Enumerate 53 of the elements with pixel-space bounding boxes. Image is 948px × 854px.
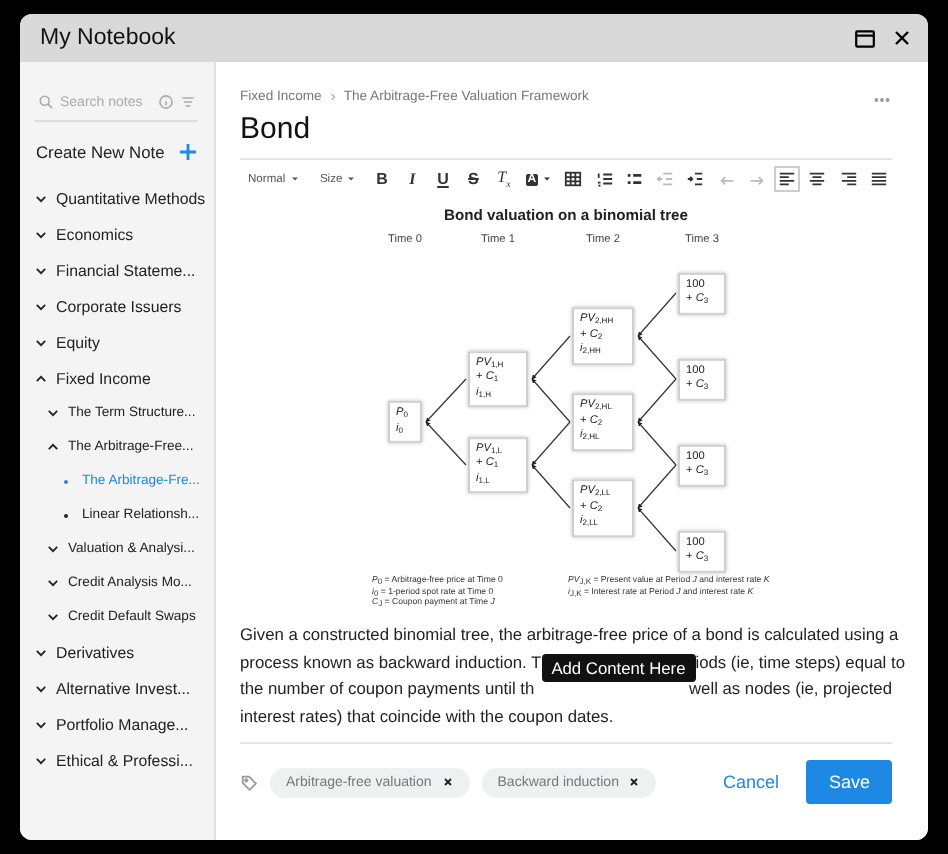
paragraph-text[interactable]: process known as backward induction. T — [240, 649, 542, 677]
underline-button[interactable]: U — [429, 166, 456, 192]
filter-icon — [180, 94, 196, 110]
arrow — [531, 335, 571, 380]
align-left-icon — [778, 170, 797, 188]
italic-button[interactable]: I — [399, 166, 426, 192]
tooltip: Add Content Here — [541, 654, 696, 683]
save-button[interactable]: Save — [806, 760, 892, 805]
paragraph-text[interactable]: the number of coupon payments until th — [240, 676, 535, 704]
numbered-list-icon — [595, 170, 614, 188]
arrow — [637, 378, 677, 423]
paragraph-text[interactable]: Given a constructed binomial tree, the arbitrage-free price of a bond is calculated using a — [240, 622, 899, 650]
remove-icon — [628, 776, 641, 789]
align-left-button[interactable] — [774, 166, 801, 192]
caret-icon — [346, 174, 357, 184]
arrow — [531, 421, 571, 466]
clear-format-button[interactable]: T$_{x}$ — [490, 166, 517, 192]
chevron-right-icon — [327, 92, 338, 102]
arrow — [425, 421, 467, 466]
close-icon[interactable] — [892, 28, 912, 48]
arrow — [637, 464, 677, 509]
info-icon — [158, 94, 174, 110]
align-center-icon — [808, 170, 827, 188]
caret-icon — [289, 174, 300, 184]
table-button[interactable] — [560, 166, 587, 192]
indent-icon — [686, 170, 705, 188]
justify-icon — [869, 170, 888, 188]
plus-icon[interactable] — [178, 142, 198, 162]
arrow — [637, 292, 677, 337]
bullet-list-icon — [625, 170, 644, 188]
strikethrough-button[interactable]: S — [460, 166, 487, 192]
arrow — [637, 421, 677, 466]
remove-icon — [441, 776, 454, 789]
arrow — [637, 507, 677, 552]
outdent-icon — [656, 170, 675, 188]
paragraph-text[interactable]: iods (ie, time steps) equal to — [695, 649, 905, 677]
create-note-link[interactable]: Create New Note — [36, 142, 165, 162]
bold-button[interactable]: B — [368, 166, 395, 192]
window-title: My Notebook — [40, 26, 178, 50]
window-icon[interactable] — [854, 27, 876, 49]
tag-icon — [240, 773, 258, 792]
caret-icon — [542, 174, 553, 184]
align-right-icon — [839, 170, 858, 188]
cancel-button[interactable]: Cancel — [706, 762, 795, 803]
arrow — [531, 378, 571, 423]
paragraph-text[interactable]: interest rates) that coincide with the coupon dates. — [240, 703, 614, 731]
table-icon — [564, 170, 583, 188]
arrow — [425, 378, 467, 423]
search-icon — [38, 94, 54, 110]
note-title[interactable]: Bond — [240, 112, 892, 146]
arrow — [531, 464, 571, 509]
more-icon[interactable] — [872, 92, 892, 108]
arrow — [637, 335, 677, 380]
